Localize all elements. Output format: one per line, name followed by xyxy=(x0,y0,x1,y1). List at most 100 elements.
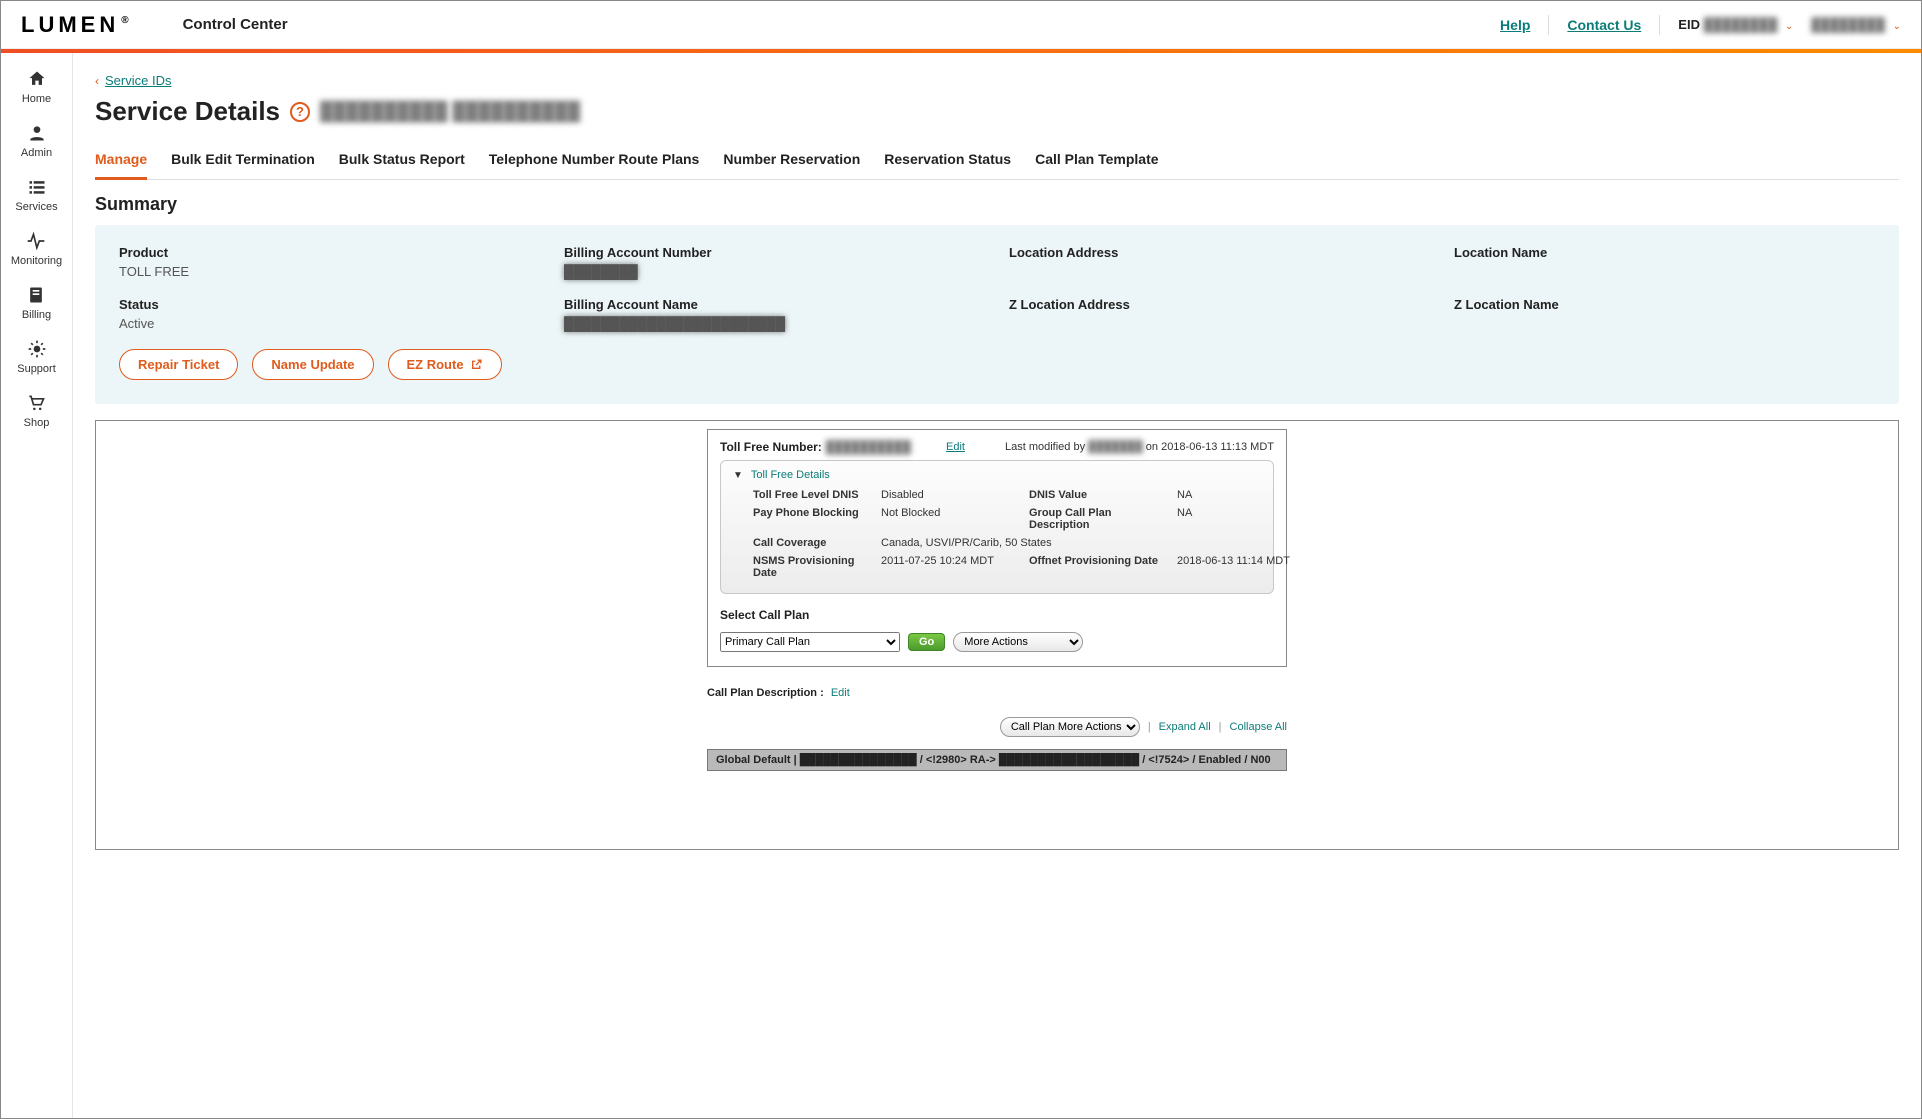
ez-route-button[interactable]: EZ Route xyxy=(388,349,502,380)
inner-frame: Toll Free Number: ██████████ Edit Last m… xyxy=(95,420,1899,850)
page-title: Service Details xyxy=(95,96,280,127)
expand-all-link[interactable]: Expand All xyxy=(1159,721,1211,733)
summary-label: Location Address xyxy=(1009,245,1430,260)
divider xyxy=(1548,15,1549,35)
help-icon[interactable]: ? xyxy=(290,102,310,122)
sidebar-item-home[interactable]: Home xyxy=(22,69,51,105)
select-call-plan-label: Select Call Plan xyxy=(720,608,1274,622)
toll-details-card: ▼ Toll Free Details Toll Free Level DNIS… xyxy=(720,460,1274,594)
chevron-down-icon: ⌄ xyxy=(1893,21,1901,32)
main: Home Admin Services Monitoring Billing S… xyxy=(1,53,1921,1118)
summary-value: ████████ xyxy=(564,264,985,279)
summary-label: Status xyxy=(119,297,540,312)
sidebar-item-billing[interactable]: Billing xyxy=(22,285,51,321)
summary-field: Location Name xyxy=(1454,245,1875,279)
tab-manage[interactable]: Manage xyxy=(95,145,147,180)
go-button[interactable]: Go xyxy=(908,633,945,651)
tab-telephone-route-plans[interactable]: Telephone Number Route Plans xyxy=(489,145,700,179)
toll-number-label: Toll Free Number: xyxy=(720,440,822,454)
tabs: Manage Bulk Edit Termination Bulk Status… xyxy=(95,145,1899,180)
call-plan-more-actions-select[interactable]: Call Plan More Actions xyxy=(1000,717,1140,737)
registered-mark: ® xyxy=(121,15,132,26)
summary-label: Z Location Name xyxy=(1454,297,1875,312)
sidebar-item-admin[interactable]: Admin xyxy=(21,123,52,159)
summary-field: Location Address xyxy=(1009,245,1430,279)
logo-text: LUMEN xyxy=(21,12,119,37)
toll-key: Toll Free Level DNIS xyxy=(753,489,873,501)
sidebar-item-shop[interactable]: Shop xyxy=(24,393,50,429)
toll-val: 2018-06-13 11:14 MDT xyxy=(1177,555,1297,579)
billing-icon xyxy=(26,285,46,305)
summary-field: Billing Account Number ████████ xyxy=(564,245,985,279)
account-menu[interactable]: ████████ ⌄ xyxy=(1811,17,1901,32)
global-default-row[interactable]: Global Default | ███████████████ / <!298… xyxy=(707,749,1287,771)
call-plan-description-row: Call Plan Description : Edit xyxy=(707,687,1287,699)
summary-label: Billing Account Name xyxy=(564,297,985,312)
list-icon xyxy=(27,177,47,197)
summary-field: Status Active xyxy=(119,297,540,331)
triangle-down-icon: ▼ xyxy=(733,470,743,481)
toll-panel: Toll Free Number: ██████████ Edit Last m… xyxy=(707,429,1287,667)
sidebar-item-label: Shop xyxy=(24,417,50,429)
app-root: LUMEN® Control Center Help Contact Us EI… xyxy=(0,0,1922,1119)
sidebar-item-services[interactable]: Services xyxy=(15,177,57,213)
cpd-edit-link[interactable]: Edit xyxy=(831,687,850,699)
tab-number-reservation[interactable]: Number Reservation xyxy=(723,145,860,179)
activity-icon xyxy=(26,231,46,251)
topbar-right: Help Contact Us EID ████████ ⌄ ████████ … xyxy=(1500,15,1901,35)
toll-key: Group Call Plan Description xyxy=(1029,507,1169,531)
home-icon xyxy=(27,69,47,89)
tab-bulk-edit-termination[interactable]: Bulk Edit Termination xyxy=(171,145,315,179)
summary-value: ████████████████████████ xyxy=(564,316,985,331)
separator: | xyxy=(1148,721,1151,733)
breadcrumb: ‹ Service IDs xyxy=(95,73,1899,88)
sidebar-item-support[interactable]: Support xyxy=(17,339,56,375)
summary-field: Z Location Address xyxy=(1009,297,1430,331)
content: ‹ Service IDs Service Details ? ████████… xyxy=(73,53,1921,1118)
name-update-button[interactable]: Name Update xyxy=(252,349,373,380)
tab-call-plan-template[interactable]: Call Plan Template xyxy=(1035,145,1158,179)
tab-bulk-status-report[interactable]: Bulk Status Report xyxy=(339,145,465,179)
more-actions-select[interactable]: More Actions xyxy=(953,632,1083,652)
toll-val: Not Blocked xyxy=(881,507,1021,531)
summary-heading: Summary xyxy=(95,194,1899,215)
contact-link[interactable]: Contact Us xyxy=(1567,17,1641,33)
sidebar-item-monitoring[interactable]: Monitoring xyxy=(11,231,62,267)
help-link[interactable]: Help xyxy=(1500,17,1530,33)
logo: LUMEN® xyxy=(21,12,133,38)
sidebar-item-label: Home xyxy=(22,93,51,105)
topbar: LUMEN® Control Center Help Contact Us EI… xyxy=(1,1,1921,49)
toll-key: DNIS Value xyxy=(1029,489,1169,501)
summary-box: Product TOLL FREE Billing Account Number… xyxy=(95,225,1899,404)
tab-reservation-status[interactable]: Reservation Status xyxy=(884,145,1011,179)
chevron-down-icon: ⌄ xyxy=(1785,21,1793,32)
toll-key: Offnet Provisioning Date xyxy=(1029,555,1169,579)
toll-edit-link[interactable]: Edit xyxy=(946,441,965,453)
call-plan-select[interactable]: Primary Call Plan xyxy=(720,632,900,652)
eid-label: EID xyxy=(1678,17,1700,32)
toll-details-toggle[interactable]: ▼ Toll Free Details xyxy=(733,469,1261,481)
toll-key: NSMS Provisioning Date xyxy=(753,555,873,579)
repair-ticket-button[interactable]: Repair Ticket xyxy=(119,349,238,380)
summary-buttons: Repair Ticket Name Update EZ Route xyxy=(119,349,1875,380)
sidebar-item-label: Billing xyxy=(22,309,51,321)
toll-details-grid: Toll Free Level DNIS Disabled DNIS Value… xyxy=(733,489,1261,579)
toll-header: Toll Free Number: ██████████ Edit Last m… xyxy=(720,440,1274,454)
summary-label: Billing Account Number xyxy=(564,245,985,260)
plan-row: Primary Call Plan Go More Actions xyxy=(720,632,1274,652)
chevron-left-icon: ‹ xyxy=(95,74,99,88)
toll-val: Disabled xyxy=(881,489,1021,501)
ez-route-label: EZ Route xyxy=(407,357,464,372)
summary-label: Product xyxy=(119,245,540,260)
page-title-row: Service Details ? ██████████ ██████████ xyxy=(95,96,1899,127)
toll-number-value: ██████████ xyxy=(826,440,911,454)
breadcrumb-link[interactable]: Service IDs xyxy=(105,73,171,88)
external-link-icon xyxy=(470,358,483,371)
modified-prefix: Last modified by xyxy=(1005,441,1085,453)
support-icon xyxy=(27,339,47,359)
eid-menu[interactable]: EID ████████ ⌄ xyxy=(1678,17,1793,32)
summary-field: Billing Account Name ███████████████████… xyxy=(564,297,985,331)
collapse-all-link[interactable]: Collapse All xyxy=(1230,721,1287,733)
app-title: Control Center xyxy=(183,16,288,33)
page-subtitle: ██████████ ██████████ xyxy=(320,101,580,122)
